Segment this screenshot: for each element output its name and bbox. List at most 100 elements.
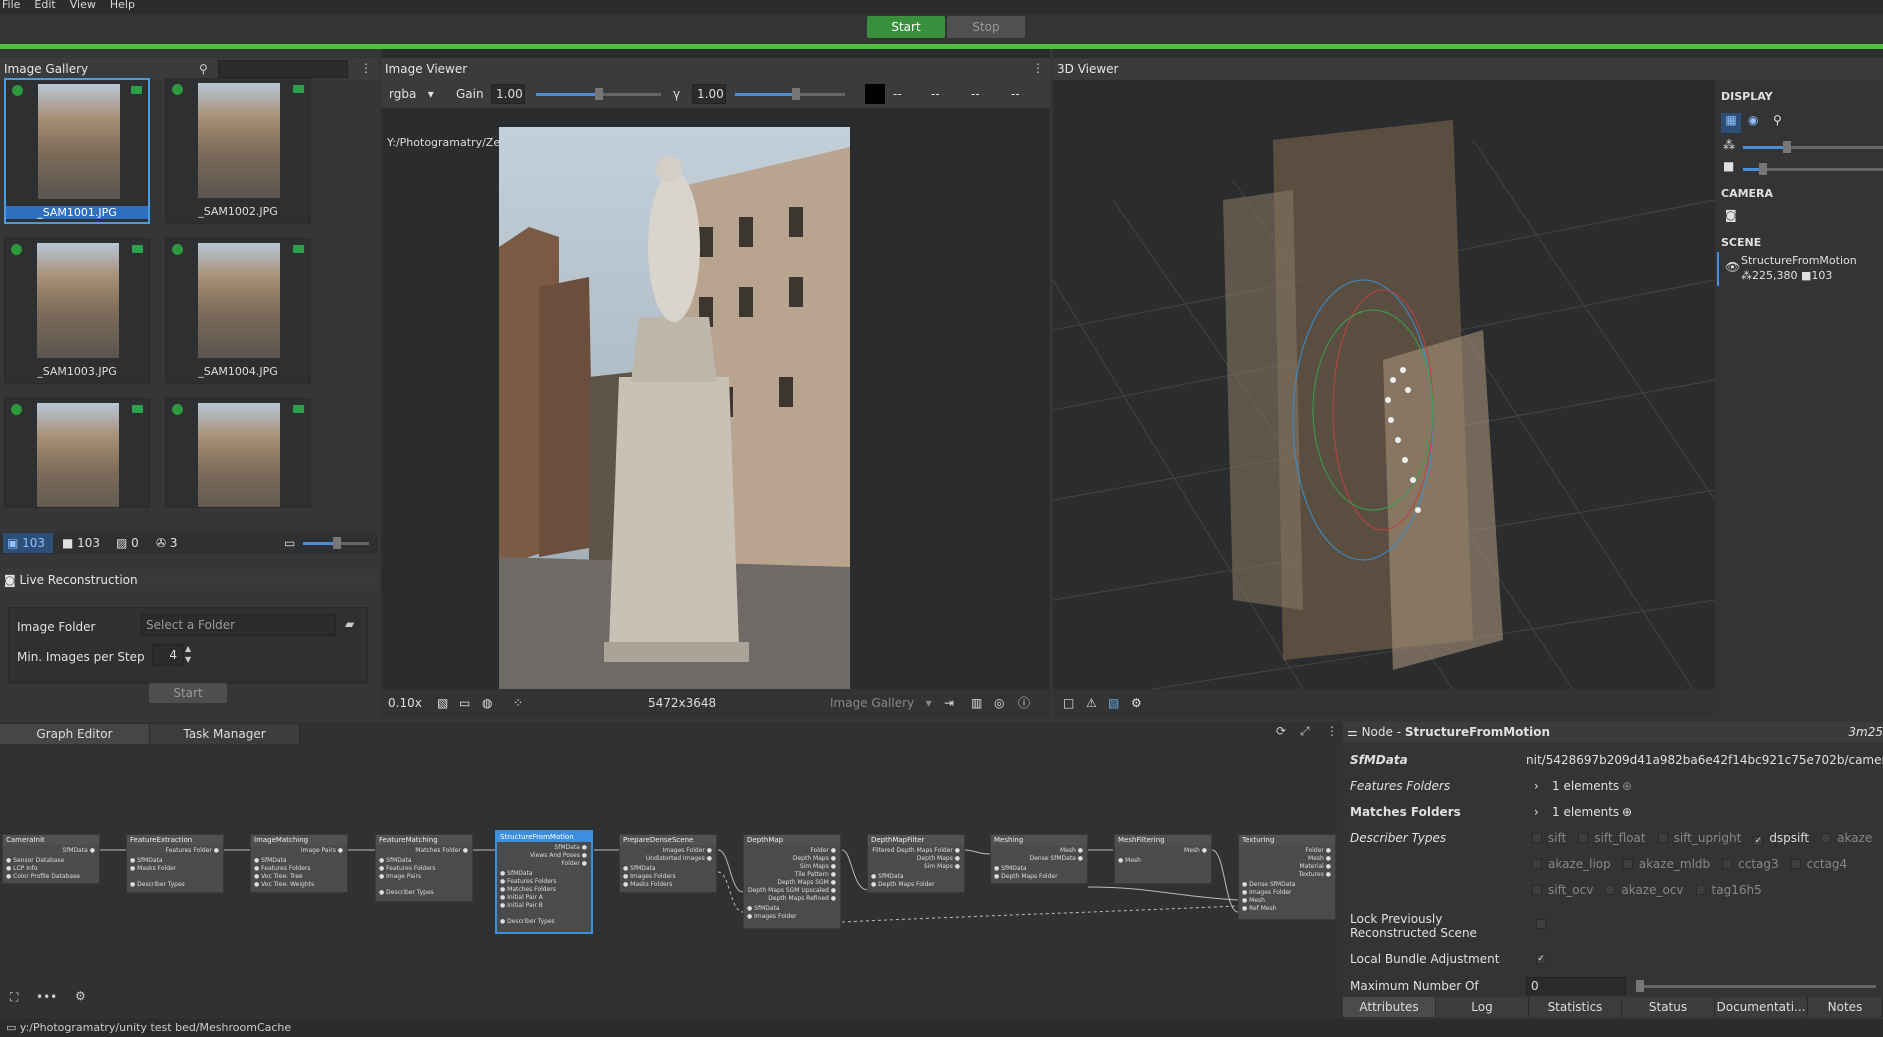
grid-toggle-icon[interactable]: ▧ [1108, 689, 1119, 717]
no-camera-filter-button[interactable]: ▨ 0 [116, 532, 139, 554]
node-input-port[interactable]: ● SfMData [500, 870, 533, 877]
node-output-port[interactable]: Depth Maps SGM Upscaled ● [748, 887, 836, 894]
tab-notes[interactable]: Notes [1808, 997, 1883, 1017]
node-input-port[interactable]: ● Voc Tree: Tree [254, 873, 303, 880]
more-options-icon[interactable]: ⋮ [1032, 61, 1044, 75]
distortion-toggle-icon[interactable]: ◍ [482, 689, 492, 717]
gain-input[interactable]: 1.00 [491, 84, 525, 104]
node-output-port[interactable]: Depth Maps ● [917, 855, 960, 862]
node-input-port[interactable]: ● Images Folders [623, 873, 676, 880]
node-input-port[interactable]: ● Voc Tree: Weights [254, 881, 314, 888]
node-input-port[interactable]: ● Images Folder [747, 913, 797, 920]
node-input-port[interactable]: ● Mesh [1118, 857, 1141, 864]
node-output-port[interactable]: Mesh ● [1308, 855, 1331, 862]
settings-icon[interactable]: ⚙ [75, 989, 86, 1003]
describer-checkbox-tag16h5[interactable]: tag16h5 [1695, 883, 1762, 897]
globe-icon[interactable]: ◎ [994, 689, 1004, 717]
node-output-port[interactable]: Features Folder ● [166, 847, 219, 854]
node-input-port[interactable]: ● LCP Info [6, 865, 38, 872]
node-output-port[interactable]: Views And Poses ● [530, 852, 587, 859]
node-input-port[interactable]: ● SfMData [994, 865, 1027, 872]
node-output-port[interactable]: Folder ● [561, 860, 587, 867]
describer-checkbox-sift-upright[interactable]: sift_upright [1657, 831, 1741, 845]
tab-documentation[interactable]: Documentati... [1715, 997, 1808, 1017]
node-output-port[interactable]: Material ● [1299, 863, 1331, 870]
node-input-port[interactable]: ● SfMData [747, 905, 780, 912]
gain-slider[interactable] [536, 88, 661, 100]
menu-view[interactable]: View [70, 0, 96, 14]
tab-log[interactable]: Log [1436, 997, 1529, 1017]
image-source-select[interactable]: Image Gallery ▾ [830, 689, 932, 717]
menu-help[interactable]: Help [110, 0, 135, 14]
folder-icon[interactable]: ▰ [345, 617, 354, 631]
node-input-port[interactable]: ● SfMData [379, 857, 412, 864]
graph-node[interactable]: StructureFromMotion SfMData ● Views And Po… [495, 830, 593, 934]
min-images-input[interactable]: 4 [152, 644, 184, 666]
node-input-port[interactable]: ● Color Profile Database [6, 873, 80, 880]
node-input-port[interactable]: ● Mesh [1242, 897, 1265, 904]
node-input-port[interactable]: ● Masks Folders [623, 881, 672, 888]
gizmo-icon[interactable]: ◉ [1748, 113, 1758, 127]
node-input-port[interactable]: ● Describer Types [130, 881, 185, 888]
channel-select[interactable]: rgba ▾ [389, 80, 434, 108]
lba-checkbox[interactable]: ✓ [1536, 954, 1546, 964]
describer-checkbox-akaze-ocv[interactable]: akaze_ocv [1605, 883, 1684, 897]
scene-item[interactable]: 👁 StructureFromMotion ⁂225,380 ■103 [1717, 252, 1883, 286]
gamma-input[interactable]: 1.00 [692, 84, 726, 104]
gallery-thumbnail[interactable]: _SAM1001.JPG [4, 78, 150, 224]
info-icon[interactable]: ⓘ [1018, 689, 1030, 717]
node-input-port[interactable]: ● Images Folder [1242, 889, 1292, 896]
gallery-thumbnail[interactable] [165, 398, 311, 508]
node-output-port[interactable]: Sim Maps ● [924, 863, 960, 870]
image-folder-input[interactable]: Select a Folder [141, 614, 336, 636]
max-matches-input[interactable]: 0 [1526, 977, 1626, 995]
graph-node[interactable]: MeshFiltering Mesh ● ● Mesh [1114, 834, 1212, 884]
gallery-thumbnail[interactable] [4, 398, 150, 508]
describer-checkbox-dspsift[interactable]: ✓ dspsift [1753, 831, 1809, 846]
graph-node[interactable]: CameraInit SfMData ● ● Sensor Database ● LC… [2, 834, 100, 884]
menu-edit[interactable]: Edit [34, 0, 55, 14]
node-input-port[interactable]: ● SfMData [130, 857, 163, 864]
graph-node[interactable]: ImageMatching Image Pairs ● ● SfMData ● Fea… [250, 834, 348, 893]
node-input-port[interactable]: ● Describer Types [379, 889, 434, 896]
add-element-icon[interactable]: ⊕ [1622, 799, 1632, 825]
stepper-arrows-icon[interactable]: ▲ ▼ [185, 643, 191, 665]
node-input-port[interactable]: ● Matches Folders [500, 886, 556, 893]
node-output-port[interactable]: Folder ● [810, 847, 836, 854]
node-input-port[interactable]: ● Depth Maps Folder [871, 881, 935, 888]
thumbnail-size-slider[interactable] [303, 537, 369, 549]
node-output-port[interactable]: SfMData ● [554, 844, 587, 851]
expand-chevron-icon[interactable]: › [1534, 799, 1539, 825]
node-output-port[interactable]: Textures ● [1299, 871, 1331, 878]
node-output-port[interactable]: Images Folder ● [662, 847, 712, 854]
node-input-port[interactable]: ● SfMData [623, 865, 656, 872]
node-output-port[interactable]: Image Pairs ● [301, 847, 343, 854]
node-output-port[interactable]: Undistorted Images ● [646, 855, 712, 862]
graph-node[interactable]: DepthMapFilter Filtered Depth Maps Folder… [867, 834, 965, 893]
slider-handle[interactable] [1759, 163, 1767, 175]
node-output-port[interactable]: Dense SfMData ● [1030, 855, 1083, 862]
add-element-icon[interactable]: ⊕ [1622, 773, 1632, 799]
graph-node[interactable]: Meshing Mesh ● Dense SfMData ● ● SfMData ● D… [990, 834, 1088, 884]
node-input-port[interactable]: ● Features Folders [500, 878, 557, 885]
gallery-thumbnail[interactable]: _SAM1002.JPG [165, 78, 311, 224]
slider-handle[interactable] [792, 88, 800, 100]
slider-handle[interactable] [595, 88, 603, 100]
camera-scale-slider[interactable] [1743, 163, 1883, 175]
slider-handle[interactable] [1636, 980, 1644, 992]
cameras-filter-button[interactable]: ■ 103 [62, 532, 100, 554]
node-input-port[interactable]: ● Dense SfMData [1242, 881, 1295, 888]
describer-checkbox-akaze[interactable]: akaze [1821, 831, 1872, 845]
point-cloud-canvas[interactable] [1053, 80, 1715, 689]
lock-checkbox[interactable] [1536, 919, 1546, 929]
graph-node[interactable]: PrepareDenseScene Images Folder ● Undistor… [619, 834, 717, 893]
node-output-port[interactable]: Depth Maps SGM ● [777, 879, 836, 886]
node-input-port[interactable]: ● Image Pairs [379, 873, 421, 880]
menu-file[interactable]: File [2, 0, 20, 14]
describer-checkbox-sift-float[interactable]: sift_float [1578, 831, 1646, 845]
locator-icon[interactable]: ⚲ [1773, 113, 1782, 127]
gallery-thumbnail[interactable]: _SAM1004.JPG [165, 238, 311, 384]
node-output-port[interactable]: Depth Maps ● [793, 855, 836, 862]
node-output-port[interactable]: Sim Maps ● [800, 863, 836, 870]
gamma-slider[interactable] [735, 88, 845, 100]
